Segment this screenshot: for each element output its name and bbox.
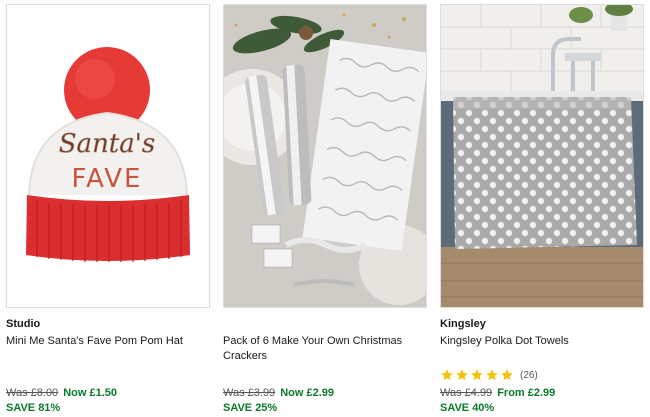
- product-image-pom-pom-hat[interactable]: Santa's FAVE: [6, 4, 210, 308]
- was-price: Was £4.99: [440, 387, 493, 399]
- was-price: Was £8.00: [6, 387, 59, 399]
- save-badge: SAVE 40%: [440, 402, 495, 414]
- star-icon: [486, 369, 498, 381]
- now-price: Now £1.50: [63, 387, 117, 399]
- star-icon: [456, 369, 468, 381]
- product-brand: Studio: [6, 318, 41, 330]
- price-line: Was £3.99 Now £2.99: [223, 387, 334, 399]
- star-icon: [441, 369, 453, 381]
- product-card-polka-dot-towels[interactable]: Kingsley Kingsley Polka Dot Towels (26) …: [440, 4, 644, 417]
- was-price: Was £3.99: [223, 387, 276, 399]
- review-count: (26): [520, 369, 538, 381]
- product-card-christmas-crackers[interactable]: Pack of 6 Make Your Own Christmas Cracke…: [223, 4, 427, 417]
- product-title-link[interactable]: Kingsley Polka Dot Towels: [440, 334, 640, 349]
- save-badge: SAVE 81%: [6, 402, 61, 414]
- product-image-christmas-crackers[interactable]: [223, 4, 427, 308]
- save-badge: SAVE 25%: [223, 402, 278, 414]
- hat-print-santas: Santa's: [59, 129, 156, 159]
- star-icon: [501, 369, 513, 381]
- product-brand: Kingsley: [440, 318, 486, 330]
- hat-print-fave: FAVE: [72, 164, 143, 194]
- now-price: Now £2.99: [280, 387, 334, 399]
- product-title-link[interactable]: Mini Me Santa's Fave Pom Pom Hat: [6, 334, 206, 349]
- now-price: From £2.99: [497, 387, 556, 399]
- star-icon: [471, 369, 483, 381]
- product-title-link[interactable]: Pack of 6 Make Your Own Christmas Cracke…: [223, 334, 423, 364]
- star-rating[interactable]: (26): [440, 368, 538, 382]
- price-line: Was £4.99 From £2.99: [440, 387, 555, 399]
- price-line: Was £8.00 Now £1.50: [6, 387, 117, 399]
- product-image-polka-dot-towels[interactable]: [440, 4, 644, 308]
- product-card-pom-pom-hat[interactable]: Santa's FAVE Studio Mini Me Santa's Fave…: [6, 4, 210, 417]
